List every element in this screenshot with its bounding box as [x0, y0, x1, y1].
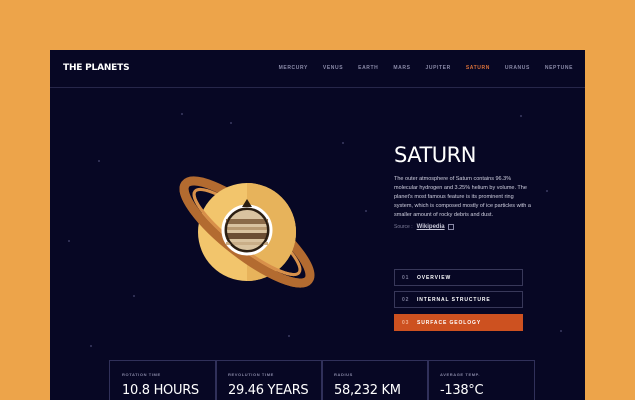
nav-item-mercury[interactable]: MERCURY	[279, 65, 308, 71]
top-header: THE PLANETS MERCURY VENUS EARTH MARS JUP…	[50, 50, 585, 88]
planet-description: The outer atmosphere of Saturn contains …	[394, 176, 531, 218]
source-label: Source :	[394, 224, 413, 230]
nav-item-jupiter[interactable]: JUPITER	[426, 65, 451, 71]
star	[546, 190, 548, 192]
star	[181, 113, 183, 115]
tab-label: SURFACE GEOLOGY	[417, 319, 482, 326]
nav-item-neptune[interactable]: NEPTUNE	[545, 65, 573, 71]
main-nav: MERCURY VENUS EARTH MARS JUPITER SATURN …	[264, 65, 573, 71]
tab-number: 01	[402, 274, 410, 281]
tab-number: 02	[402, 296, 410, 303]
nav-item-earth[interactable]: EARTH	[358, 65, 378, 71]
tab-overview[interactable]: 01 OVERVIEW	[394, 269, 523, 286]
tab-label: OVERVIEW	[417, 274, 452, 281]
nav-item-venus[interactable]: VENUS	[323, 65, 343, 71]
external-link-icon[interactable]	[447, 224, 454, 230]
stat-label: RADIUS	[334, 372, 353, 377]
star	[68, 240, 70, 242]
stat-value: 58,232 KM	[334, 383, 401, 398]
star	[133, 295, 135, 297]
nav-item-mars[interactable]: MARS	[393, 65, 410, 71]
saturn-planet-image	[179, 176, 315, 288]
nav-item-uranus[interactable]: URANUS	[505, 65, 530, 71]
stat-radius: RADIUS 58,232 KM	[321, 360, 429, 400]
planet-illustration	[172, 157, 322, 307]
planet-title: SATURN	[394, 143, 476, 167]
tab-surface-geology[interactable]: 03 SURFACE GEOLOGY	[394, 314, 523, 331]
nav-item-saturn[interactable]: SATURN	[466, 65, 490, 71]
app-frame: THE PLANETS MERCURY VENUS EARTH MARS JUP…	[50, 50, 585, 400]
stat-average-temp: AVERAGE TEMP. -138°C	[427, 360, 535, 400]
star	[230, 122, 232, 124]
star	[560, 330, 562, 332]
stat-value: 29.46 YEARS	[228, 383, 309, 398]
stat-revolution-time: REVOLUTION TIME 29.46 YEARS	[215, 360, 323, 400]
wikipedia-link[interactable]: Wikipedia	[417, 224, 445, 230]
logo[interactable]: THE PLANETS	[63, 63, 130, 73]
star	[98, 160, 100, 162]
star	[365, 210, 367, 212]
star	[520, 115, 522, 117]
source-line: Source : Wikipedia	[394, 224, 454, 230]
star	[90, 345, 92, 347]
stat-label: REVOLUTION TIME	[228, 372, 274, 377]
stat-label: ROTATION TIME	[122, 372, 161, 377]
tab-label: INTERNAL STRUCTURE	[417, 296, 491, 303]
star	[288, 335, 290, 337]
tab-internal-structure[interactable]: 02 INTERNAL STRUCTURE	[394, 291, 523, 308]
stat-rotation-time: ROTATION TIME 10.8 HOURS	[109, 360, 217, 400]
stat-value: 10.8 HOURS	[122, 383, 199, 398]
star	[342, 142, 344, 144]
stat-value: -138°C	[440, 383, 484, 398]
stat-label: AVERAGE TEMP.	[440, 372, 481, 377]
tab-number: 03	[402, 319, 410, 326]
